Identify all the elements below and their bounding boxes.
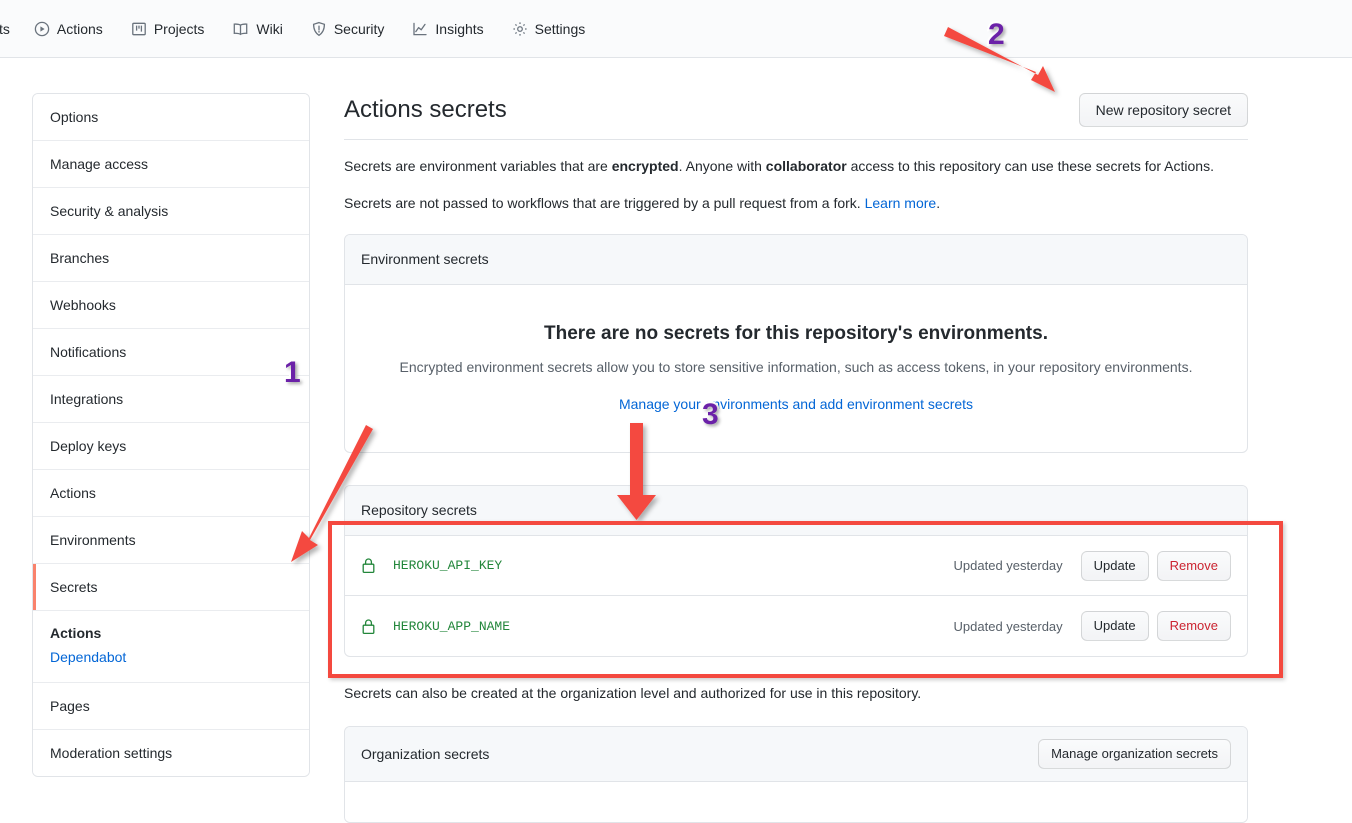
book-icon <box>232 21 249 37</box>
secret-row-actions: Update Remove <box>1080 611 1231 641</box>
nav-item-security[interactable]: Security <box>297 21 399 37</box>
secret-updated-text: Updated yesterday <box>953 618 1063 634</box>
graph-icon <box>412 21 428 37</box>
lock-icon <box>361 557 377 575</box>
nav-truncated-label: sts <box>0 20 10 37</box>
nav-item-label: Wiki <box>256 20 283 37</box>
organization-secrets-title: Organization secrets <box>361 745 490 762</box>
sidebar-item-pages[interactable]: Pages <box>33 683 309 730</box>
sidebar-item-integrations[interactable]: Integrations <box>33 376 309 423</box>
sidebar-item-secrets[interactable]: Secrets <box>33 564 309 611</box>
nav-item-label: Security <box>333 20 385 37</box>
settings-sidebar: Options Manage access Security & analysi… <box>32 93 310 777</box>
remove-secret-button[interactable]: Remove <box>1156 611 1231 641</box>
sidebar-sublink-dependabot[interactable]: Dependabot <box>50 644 293 670</box>
nav-item-insights[interactable]: Insights <box>398 21 497 37</box>
sidebar-item-notifications[interactable]: Notifications <box>33 329 309 376</box>
environment-secrets-title: Environment secrets <box>361 251 489 267</box>
secret-name: HEROKU_API_KEY <box>393 558 503 573</box>
environment-secrets-header: Environment secrets <box>345 235 1247 285</box>
sidebar-item-actions[interactable]: Actions <box>33 470 309 517</box>
remove-secret-button[interactable]: Remove <box>1156 550 1231 581</box>
page-title: Actions secrets <box>344 96 507 123</box>
sidebar-item-deploy-keys[interactable]: Deploy keys <box>33 423 309 470</box>
empty-state-title: There are no secrets for this repository… <box>544 323 1048 344</box>
desc2-part2: . <box>936 195 941 211</box>
repository-secrets-header: Repository secrets <box>345 486 1247 536</box>
desc2-part1: Secrets are not passed to workflows that… <box>344 195 865 211</box>
secret-updated-text: Updated yesterday <box>953 558 1063 573</box>
sidebar-item-branches[interactable]: Branches <box>33 235 309 282</box>
repository-secrets-title: Repository secrets <box>361 502 477 518</box>
secret-row-actions: Update Remove <box>1080 550 1231 581</box>
organization-secrets-body <box>345 782 1247 822</box>
sidebar-item-manage-access[interactable]: Manage access <box>33 141 309 188</box>
play-circle-icon <box>34 21 50 37</box>
nav-item-actions[interactable]: Actions <box>20 21 117 37</box>
nav-item-label: Projects <box>153 20 205 37</box>
project-board-icon <box>131 21 147 37</box>
table-row: HEROKU_APP_NAME Updated yesterday Update… <box>345 596 1247 656</box>
page-header: Actions secrets New repository secret <box>344 93 1248 140</box>
sidebar-item-webhooks[interactable]: Webhooks <box>33 282 309 329</box>
nav-item-label: Actions <box>56 20 103 37</box>
organization-secrets-header: Organization secrets Manage organization… <box>345 727 1247 782</box>
secrets-description-2: Secrets are not passed to workflows that… <box>344 193 1248 214</box>
nav-item-wiki[interactable]: Wiki <box>218 21 296 37</box>
environment-secrets-box: Environment secrets There are no secrets… <box>344 234 1248 453</box>
main-content: Actions secrets New repository secret Se… <box>344 93 1248 823</box>
sidebar-subgroup-title-actions: Actions <box>50 625 102 641</box>
shield-icon <box>311 21 327 37</box>
sidebar-item-moderation-settings[interactable]: Moderation settings <box>33 730 309 776</box>
sidebar-item-environments[interactable]: Environments <box>33 517 309 564</box>
sidebar-item-security-analysis[interactable]: Security & analysis <box>33 188 309 235</box>
organization-secrets-box: Organization secrets Manage organization… <box>344 726 1248 823</box>
secrets-description-1: Secrets are environment variables that a… <box>344 156 1248 177</box>
desc1-part2: . Anyone with <box>678 158 766 174</box>
desc1-bold-encrypted: encrypted <box>611 158 679 174</box>
nav-item-settings[interactable]: Settings <box>498 21 600 37</box>
desc1-bold-collaborator: collaborator <box>765 158 847 174</box>
nav-item-label: Settings <box>534 20 586 37</box>
update-secret-button[interactable]: Update <box>1080 550 1149 581</box>
nav-item-label: Insights <box>435 20 484 37</box>
manage-environments-link[interactable]: Manage your environments and add environ… <box>619 396 973 412</box>
repository-secrets-box: Repository secrets HEROKU_API_KEY Update… <box>344 485 1248 657</box>
nav-item-projects[interactable]: Projects <box>117 21 219 37</box>
desc1-part1: Secrets are environment variables that a… <box>344 158 612 174</box>
sidebar-secrets-subgroup: Actions Dependabot <box>33 611 309 683</box>
repository-nav: sts Actions Projects <box>0 0 1352 58</box>
update-secret-button[interactable]: Update <box>1080 611 1149 641</box>
learn-more-link[interactable]: Learn more <box>865 195 937 211</box>
manage-organization-secrets-button[interactable]: Manage organization secrets <box>1038 739 1231 769</box>
sidebar-item-options[interactable]: Options <box>33 94 309 141</box>
new-repository-secret-button[interactable]: New repository secret <box>1078 93 1248 127</box>
gear-icon <box>512 21 528 37</box>
lock-icon <box>361 617 377 635</box>
empty-state-description: Encrypted environment secrets allow you … <box>399 359 1193 375</box>
organization-note: Secrets can also be created at the organ… <box>344 685 922 701</box>
environment-secrets-empty-state: There are no secrets for this repository… <box>345 285 1247 452</box>
secret-name: HEROKU_APP_NAME <box>393 618 511 634</box>
table-row: HEROKU_API_KEY Updated yesterday Update … <box>345 536 1247 596</box>
desc1-part3: access to this repository can use these … <box>846 158 1214 174</box>
